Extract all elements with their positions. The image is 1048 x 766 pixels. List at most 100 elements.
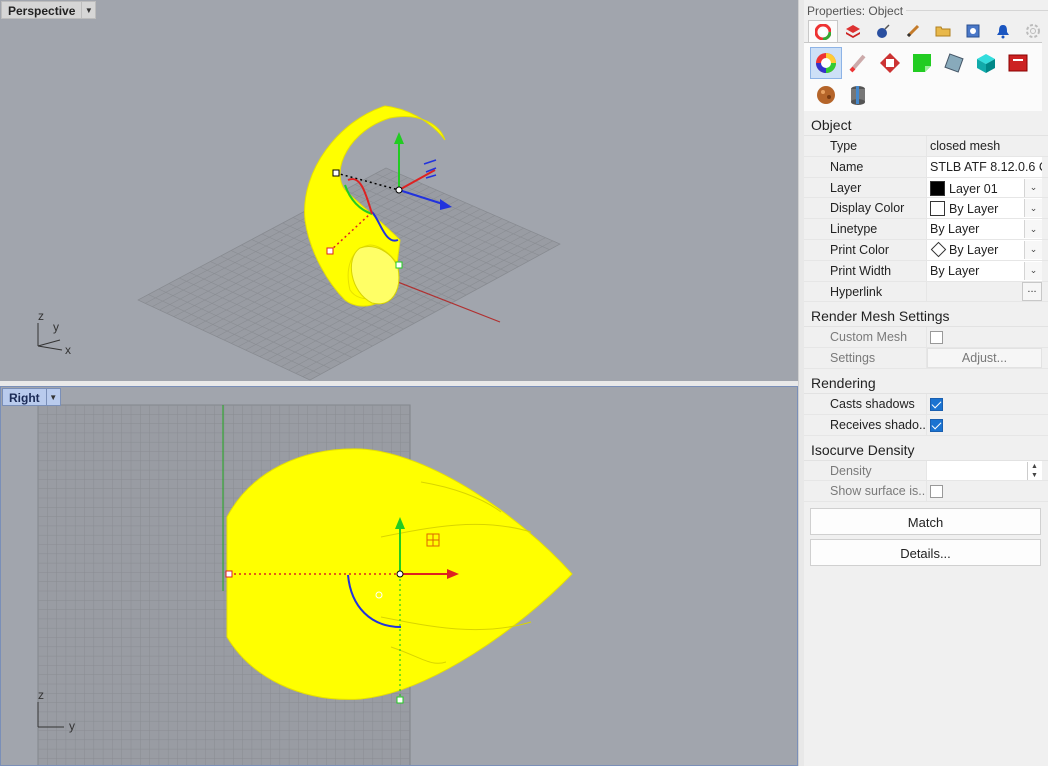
perspective-viewport[interactable]: z y x Perspective ▼ bbox=[0, 0, 798, 381]
tab-layers[interactable] bbox=[838, 20, 868, 42]
gumball-scale-handle-green[interactable] bbox=[395, 261, 403, 269]
linetype-label: Linetype bbox=[830, 222, 878, 237]
section-object: Object bbox=[804, 111, 1048, 136]
mesh-settings-cell: Adjust... bbox=[926, 348, 1042, 368]
linetype-select[interactable]: By Layer ⌄ bbox=[926, 219, 1042, 239]
receives-shadows-label: Receives shado... bbox=[830, 417, 926, 432]
decal-icon[interactable] bbox=[874, 47, 906, 79]
right-title-tab[interactable]: Right ▼ bbox=[2, 388, 61, 406]
layer-swatch bbox=[930, 180, 945, 196]
layers-icon bbox=[846, 25, 861, 38]
material-sphere-icon[interactable] bbox=[810, 47, 842, 79]
gumball-scale-handle-red[interactable] bbox=[326, 247, 334, 255]
perspective-title-tab[interactable]: Perspective ▼ bbox=[1, 1, 97, 19]
casts-shadows-cell bbox=[926, 393, 1042, 414]
gumball-scale-handle-green-right[interactable] bbox=[396, 696, 404, 704]
chevron-down-icon[interactable]: ▼ bbox=[46, 388, 61, 406]
gumball-center[interactable] bbox=[395, 186, 403, 194]
hyperlink-field[interactable]: ... bbox=[926, 281, 1042, 302]
hyperlink-browse-button[interactable]: ... bbox=[1022, 281, 1042, 301]
section-isocurve: Isocurve Density bbox=[804, 435, 1048, 461]
axis-label-z-right: z bbox=[38, 688, 44, 702]
row-print-color: Print Color By Layer ⌄ bbox=[804, 239, 1048, 261]
gear-icon bbox=[1026, 24, 1040, 38]
details-button[interactable]: Details... bbox=[810, 539, 1041, 567]
print-width-value: By Layer bbox=[930, 263, 980, 278]
tab-object[interactable] bbox=[808, 20, 839, 42]
cylinder-wire-icon[interactable] bbox=[938, 47, 970, 79]
type-label: Type bbox=[830, 139, 858, 153]
row-custom-mesh: Custom Mesh bbox=[804, 327, 1048, 349]
type-value: closed mesh bbox=[926, 136, 1042, 156]
bomb-icon bbox=[877, 24, 890, 38]
tab-image[interactable] bbox=[958, 20, 988, 42]
custom-mesh-label: Custom Mesh bbox=[830, 330, 908, 345]
gumball-scale-handle-right[interactable] bbox=[225, 570, 233, 578]
right-viewport[interactable]: z y Right ▼ bbox=[0, 386, 798, 766]
density-spinner[interactable]: ▲ ▼ bbox=[1027, 461, 1041, 480]
chevron-down-icon[interactable]: ⌄ bbox=[1024, 199, 1042, 218]
row-casts-shadows: Casts shadows bbox=[804, 393, 1048, 415]
row-mesh-settings: Settings Adjust... bbox=[804, 348, 1048, 369]
casts-shadows-checkbox[interactable] bbox=[930, 397, 943, 411]
chevron-down-icon[interactable]: ▼ bbox=[82, 1, 97, 19]
tab-pencil[interactable] bbox=[898, 20, 928, 42]
match-button[interactable]: Match bbox=[810, 508, 1041, 536]
chevron-down-icon[interactable]: ⌄ bbox=[1024, 261, 1042, 280]
print-color-diamond-icon bbox=[930, 241, 947, 258]
density-input[interactable]: ▲ ▼ bbox=[926, 460, 1042, 481]
tab-bomb[interactable] bbox=[868, 20, 898, 42]
section-rendering: Rendering bbox=[804, 368, 1048, 394]
properties-panel: Properties: Object Object Type closed me… bbox=[804, 0, 1048, 766]
green-sheet-icon[interactable] bbox=[906, 47, 938, 79]
hyperlink-label: Hyperlink bbox=[830, 284, 883, 299]
display-color-swatch bbox=[930, 201, 945, 217]
chevron-down-icon[interactable]: ⌄ bbox=[1024, 240, 1042, 259]
row-receives-shadows: Receives shado... bbox=[804, 414, 1048, 436]
tab-settings[interactable] bbox=[1018, 20, 1048, 42]
axis-label-z: z bbox=[38, 309, 44, 323]
print-color-select[interactable]: By Layer ⌄ bbox=[926, 239, 1042, 260]
viewport-title[interactable]: Perspective bbox=[1, 1, 83, 19]
print-width-select[interactable]: By Layer ⌄ bbox=[926, 260, 1042, 281]
display-color-label: Display Color bbox=[830, 201, 905, 216]
row-density: Density ▲ ▼ bbox=[804, 460, 1048, 482]
adjust-button[interactable]: Adjust... bbox=[927, 348, 1042, 368]
density-label: Density bbox=[830, 463, 872, 478]
gumball-scale-handle[interactable] bbox=[332, 169, 340, 177]
tab-folder[interactable] bbox=[928, 20, 958, 42]
chevron-down-icon[interactable]: ⌄ bbox=[1024, 178, 1042, 197]
tab-notifications[interactable] bbox=[988, 20, 1018, 42]
paint-brush-icon[interactable] bbox=[842, 47, 874, 79]
red-box-icon[interactable] bbox=[1002, 47, 1034, 79]
mesh-settings-label: Settings bbox=[830, 351, 876, 366]
show-surface-checkbox[interactable] bbox=[930, 485, 943, 499]
chevron-down-icon[interactable]: ⌄ bbox=[1024, 220, 1042, 239]
display-color-value: By Layer bbox=[949, 202, 999, 217]
image-icon bbox=[966, 24, 980, 38]
row-show-surface: Show surface is... bbox=[804, 481, 1048, 503]
gumball-center-right[interactable] bbox=[396, 570, 404, 578]
texture-ball-icon[interactable] bbox=[810, 79, 842, 111]
row-print-width: Print Width By Layer ⌄ bbox=[804, 260, 1048, 282]
bell-icon bbox=[997, 25, 1010, 39]
row-display-color: Display Color By Layer ⌄ bbox=[804, 198, 1048, 220]
custom-mesh-cell bbox=[926, 327, 1042, 348]
print-color-label: Print Color bbox=[830, 242, 890, 257]
print-color-value: By Layer bbox=[949, 242, 999, 257]
row-linetype: Linetype By Layer ⌄ bbox=[804, 219, 1048, 240]
layer-label: Layer bbox=[830, 180, 862, 195]
display-color-select[interactable]: By Layer ⌄ bbox=[926, 198, 1042, 219]
layer-select[interactable]: Layer 01 ⌄ bbox=[926, 177, 1042, 198]
casts-shadows-label: Casts shadows bbox=[830, 396, 915, 411]
viewport-title-right[interactable]: Right bbox=[2, 388, 47, 406]
name-field[interactable]: STLB ATF 8.12.0.6 C... bbox=[926, 156, 1042, 177]
database-icon[interactable] bbox=[842, 79, 874, 111]
row-hyperlink: Hyperlink ... bbox=[804, 281, 1048, 303]
cube-icon[interactable] bbox=[970, 47, 1002, 79]
custom-mesh-checkbox[interactable] bbox=[930, 331, 943, 345]
rhino-app: z y x Perspective ▼ z y Right ▼ Properti… bbox=[0, 0, 1048, 766]
axis-label-y-right: y bbox=[69, 719, 75, 733]
properties-tabs bbox=[804, 20, 1048, 42]
receives-shadows-checkbox[interactable] bbox=[930, 418, 943, 432]
